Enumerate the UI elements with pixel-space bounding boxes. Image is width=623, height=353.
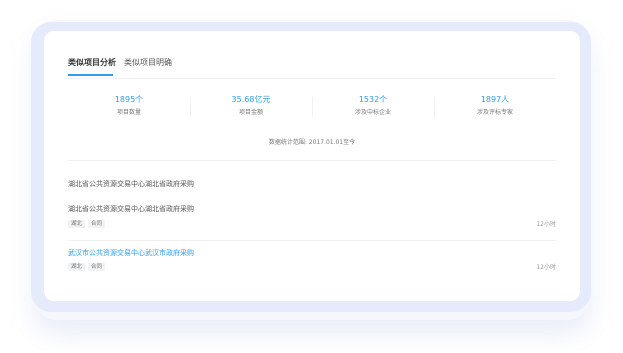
analysis-card: 类似项目分析 类似项目明确 1895个 项目数量 35.68亿元 项目金额 15… [44, 31, 580, 301]
tab-similar-project-details[interactable]: 类似项目明确 [124, 58, 172, 76]
data-range-text: 数据统计范围: 2017.01.01至今 [268, 139, 356, 146]
stat-value: 1895个 [114, 95, 144, 104]
list-item-title[interactable]: 湖北省公共资源交易中心湖北省政府采购 [68, 180, 194, 189]
list-item-tags: 湖北 合同 [68, 263, 106, 271]
active-tab-underline [68, 74, 113, 76]
stat-project-amount: 35.68亿元 项目金额 [190, 95, 312, 121]
tabs-divider [68, 78, 556, 79]
list-item-title[interactable]: 湖北省公共资源交易中心湖北省政府采购 [68, 205, 194, 214]
stat-label: 涉及中标企业 [354, 109, 391, 116]
stat-value: 1897人 [480, 95, 510, 104]
list-item-tags: 湖北 合同 [68, 220, 106, 228]
stat-value: 1532个 [358, 95, 388, 104]
stat-winning-companies: 1532个 涉及中标企业 [312, 95, 434, 121]
tag-region: 湖北 [68, 263, 86, 271]
list-divider [68, 240, 556, 241]
stat-value: 35.68亿元 [231, 95, 271, 104]
stat-project-count: 1895个 项目数量 [68, 95, 190, 121]
stats-row: 1895个 项目数量 35.68亿元 项目金额 1532个 涉及中标企业 189… [68, 95, 556, 121]
stat-label: 项目数量 [116, 109, 141, 116]
list-item-time: 12小时 [536, 264, 556, 271]
section-divider [68, 160, 556, 161]
tag-region: 湖北 [68, 220, 86, 228]
tag-type: 合同 [88, 263, 106, 271]
stat-label: 项目金额 [238, 109, 263, 116]
list-item-title[interactable]: 武汉市公共资源交易中心武汉市政府采购 [68, 249, 194, 258]
tag-type: 合同 [88, 220, 106, 228]
list-item-time: 12小时 [536, 221, 556, 228]
stat-review-experts: 1897人 涉及评标专家 [434, 95, 556, 121]
stat-label: 涉及评标专家 [476, 109, 513, 116]
